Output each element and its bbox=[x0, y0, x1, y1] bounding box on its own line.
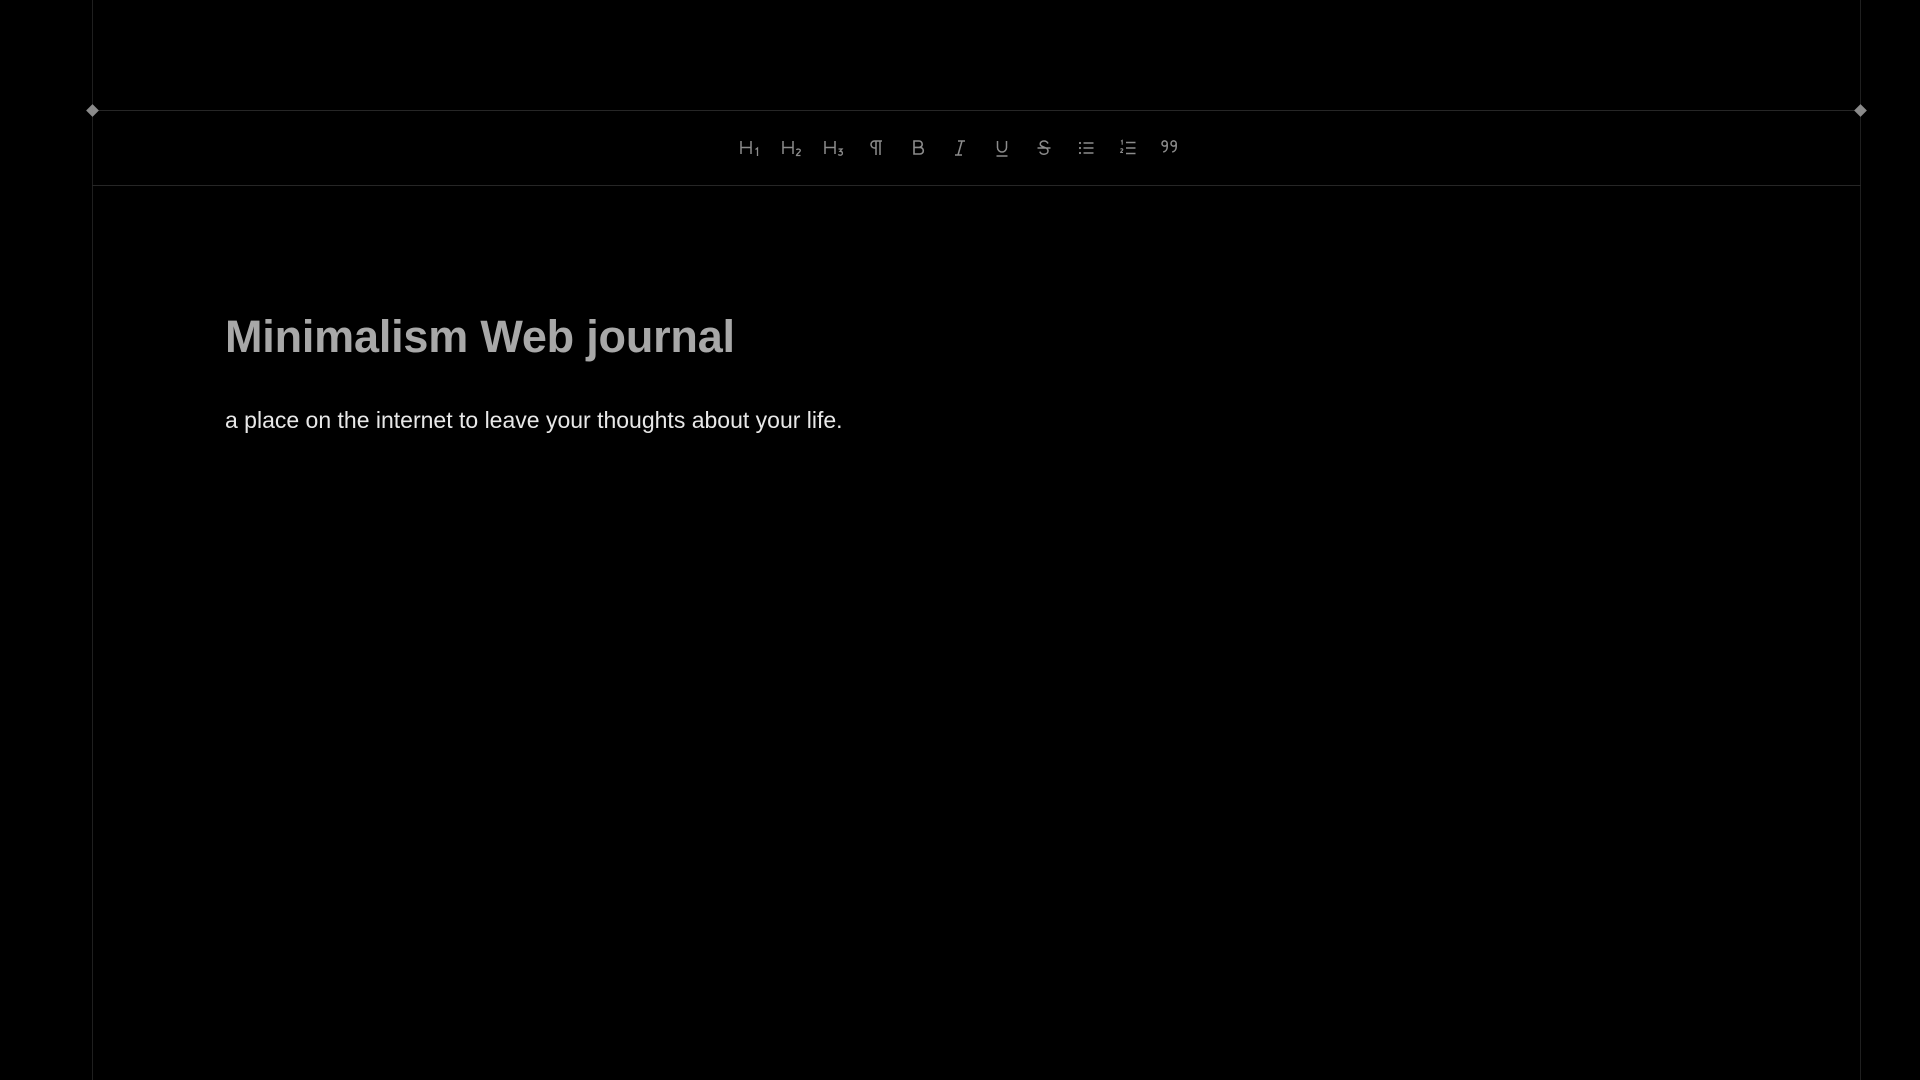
document-paragraph[interactable]: a place on the internet to leave your th… bbox=[225, 406, 1745, 436]
corner-diamond-left bbox=[86, 104, 99, 117]
quote-icon bbox=[1161, 140, 1177, 153]
bullet-list-icon bbox=[1078, 141, 1094, 155]
paragraph-button[interactable] bbox=[855, 130, 897, 166]
blockquote-button[interactable] bbox=[1149, 130, 1191, 166]
heading-1-icon bbox=[740, 141, 759, 156]
corner-diamond-right bbox=[1854, 104, 1867, 117]
ordered-list-button[interactable] bbox=[1107, 130, 1149, 166]
bold-button[interactable] bbox=[897, 130, 939, 166]
heading-3-button[interactable] bbox=[813, 130, 855, 166]
heading-2-icon bbox=[782, 141, 801, 157]
toolbar-border-top bbox=[92, 110, 1861, 111]
bold-icon bbox=[913, 140, 925, 155]
underline-button[interactable] bbox=[981, 130, 1023, 166]
underline-icon bbox=[996, 141, 1008, 157]
strikethrough-button[interactable] bbox=[1023, 130, 1065, 166]
document-title[interactable]: Minimalism Web journal bbox=[225, 310, 1745, 364]
heading-1-button[interactable] bbox=[729, 130, 771, 166]
italic-button[interactable] bbox=[939, 130, 981, 166]
editor-page: Minimalism Web journal a place on the in… bbox=[0, 0, 1920, 1080]
ordered-list-icon bbox=[1120, 139, 1136, 155]
heading-2-button[interactable] bbox=[771, 130, 813, 166]
editor-content[interactable]: Minimalism Web journal a place on the in… bbox=[225, 310, 1745, 436]
toolbar-border-bottom bbox=[92, 185, 1861, 186]
heading-3-icon bbox=[824, 141, 844, 156]
bullet-list-button[interactable] bbox=[1065, 130, 1107, 166]
strikethrough-icon bbox=[1037, 140, 1051, 155]
pilcrow-icon bbox=[870, 140, 882, 155]
formatting-toolbar bbox=[0, 130, 1920, 166]
italic-icon bbox=[955, 140, 965, 156]
